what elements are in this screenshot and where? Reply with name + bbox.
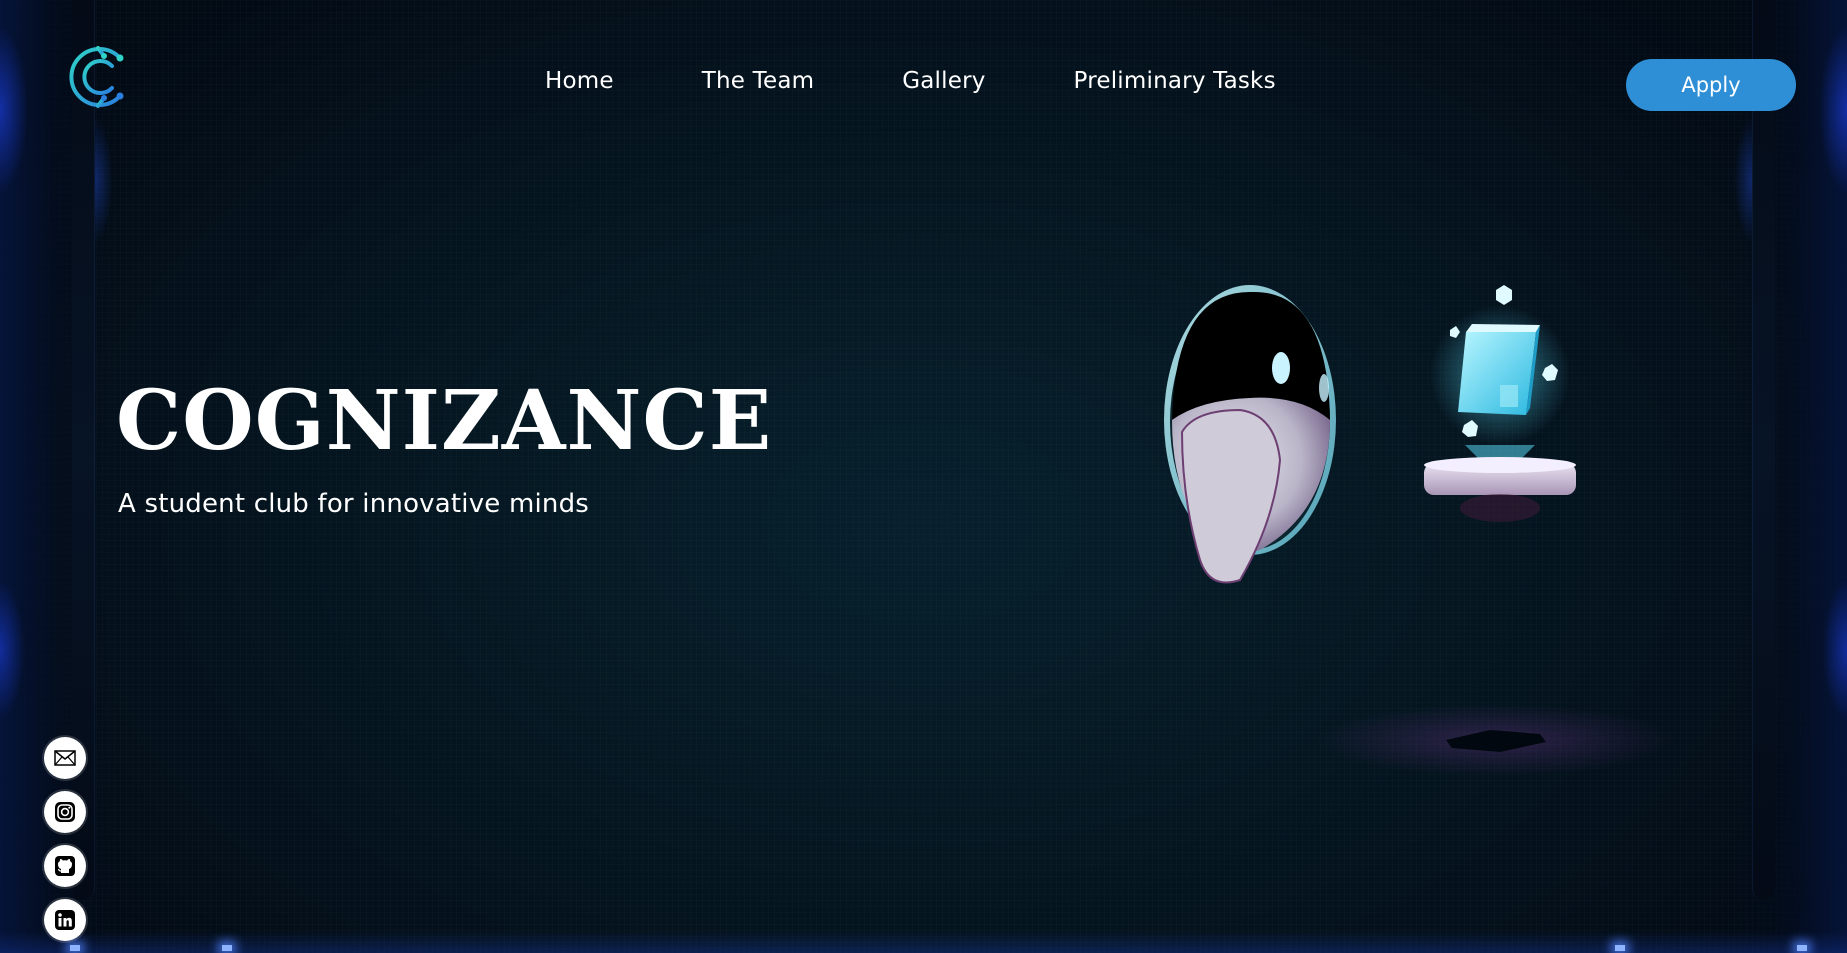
cognizance-c-logo-icon[interactable]	[68, 42, 132, 112]
mail-icon[interactable]	[44, 737, 86, 779]
nav-link-the-team[interactable]: The Team	[702, 68, 814, 94]
apply-button[interactable]: Apply	[1626, 59, 1796, 111]
page: Home The Team Gallery Preliminary Tasks …	[0, 0, 1847, 953]
main-nav: Home The Team Gallery Preliminary Tasks	[545, 68, 1276, 94]
robot-figure	[1164, 285, 1336, 584]
nav-link-home[interactable]: Home	[545, 68, 614, 94]
floor-strip	[0, 931, 1847, 953]
github-icon[interactable]	[44, 845, 86, 887]
linkedin-icon[interactable]	[44, 899, 86, 941]
floor-light	[1615, 945, 1625, 951]
nav-link-preliminary-tasks[interactable]: Preliminary Tasks	[1074, 68, 1276, 94]
hero-title: COGNIZANCE	[116, 373, 773, 469]
floor-light	[222, 945, 232, 951]
hero-subtitle: A student club for innovative minds	[118, 489, 590, 519]
right-frame-glow	[1727, 0, 1847, 953]
instagram-icon[interactable]	[44, 791, 86, 833]
hologram-pedestal	[1424, 285, 1576, 522]
robot-hologram-illustration	[1164, 285, 1676, 776]
floor-light	[1797, 945, 1807, 951]
social-links	[44, 737, 86, 941]
right-pillar	[1752, 0, 1775, 900]
nav-link-gallery[interactable]: Gallery	[902, 68, 985, 94]
floor-light	[70, 945, 80, 951]
